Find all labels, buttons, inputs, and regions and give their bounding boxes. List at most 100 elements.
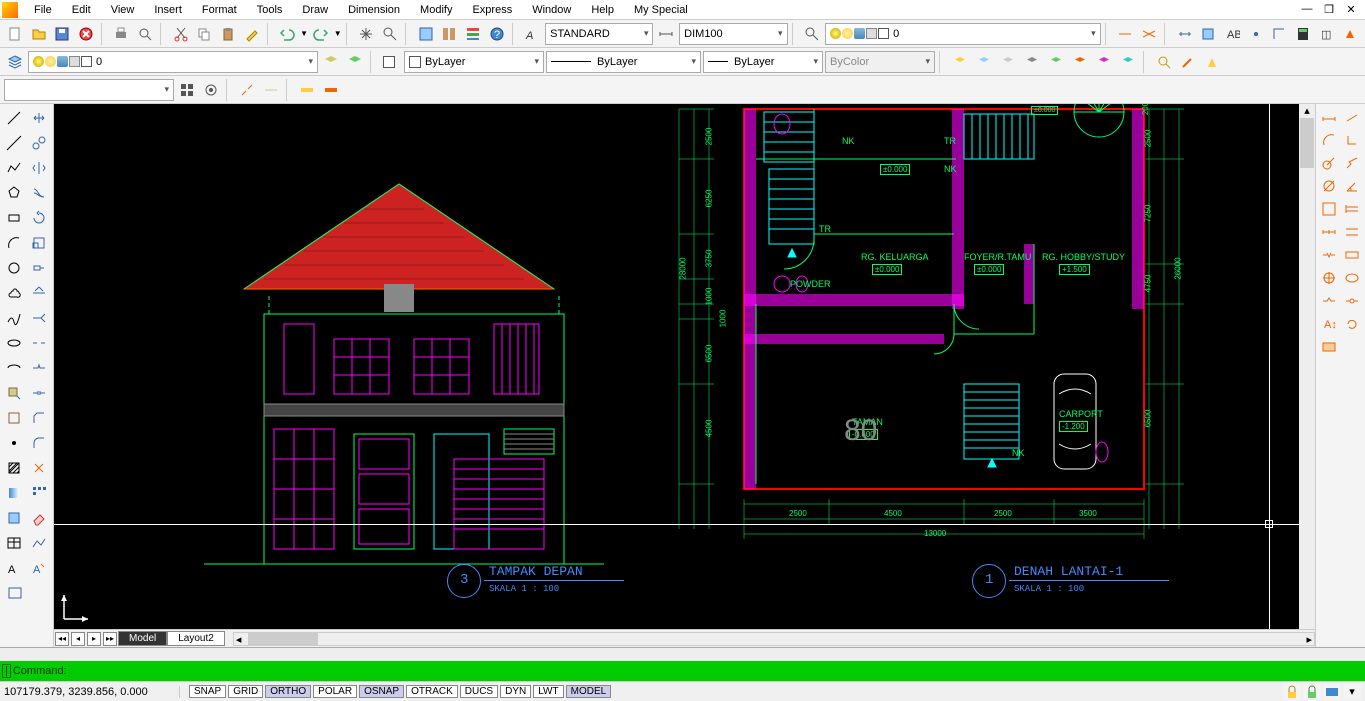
hardware-accel-icon[interactable] bbox=[1323, 684, 1341, 700]
menu-window[interactable]: Window bbox=[522, 2, 581, 18]
hatch-tool[interactable] bbox=[2, 456, 26, 480]
mirror-tool[interactable] bbox=[27, 156, 51, 180]
text-style-icon[interactable]: A bbox=[521, 23, 543, 45]
menu-file[interactable]: File bbox=[24, 2, 62, 18]
stretch-tool[interactable] bbox=[27, 256, 51, 280]
gradient-tool[interactable] bbox=[2, 481, 26, 505]
ddedit-tool[interactable] bbox=[3, 581, 27, 605]
command-line[interactable]: |Command: bbox=[0, 661, 1365, 681]
fillet-tool[interactable] bbox=[27, 431, 51, 455]
restore-button[interactable]: ❐ bbox=[1319, 3, 1339, 16]
open-button[interactable] bbox=[28, 23, 50, 45]
pedit-tool[interactable] bbox=[27, 531, 51, 555]
tab-prev[interactable]: ◂ bbox=[71, 632, 85, 646]
minimize-button[interactable]: — bbox=[1297, 3, 1317, 16]
move-tool[interactable] bbox=[27, 106, 51, 130]
calc-button[interactable] bbox=[1292, 23, 1314, 45]
dim-jog-button[interactable] bbox=[1341, 152, 1363, 174]
layer-off-button[interactable] bbox=[1021, 51, 1043, 73]
cut-button[interactable] bbox=[170, 23, 192, 45]
table-tool[interactable] bbox=[2, 531, 26, 555]
circle-tool[interactable] bbox=[2, 256, 26, 280]
copy-button[interactable] bbox=[194, 23, 216, 45]
otrack-toggle[interactable]: OTRACK bbox=[406, 685, 458, 698]
viewport-grid-button[interactable] bbox=[176, 79, 198, 101]
arc-tool[interactable] bbox=[2, 231, 26, 255]
erase-tool[interactable] bbox=[27, 506, 51, 530]
print-button[interactable] bbox=[111, 23, 133, 45]
drawing-canvas[interactable]: 3 TAMPAK DEPAN SKALA 1 : 100 bbox=[54, 104, 1315, 629]
layer-match-button[interactable] bbox=[1069, 51, 1091, 73]
explode-tool[interactable] bbox=[27, 456, 51, 480]
grid-toggle[interactable]: GRID bbox=[228, 685, 263, 698]
tab-layout2[interactable]: Layout2 bbox=[167, 631, 225, 646]
break-at-tool[interactable] bbox=[27, 356, 51, 380]
lock-vp-icon[interactable] bbox=[1303, 684, 1321, 700]
dim-tedit-button[interactable]: A↕ bbox=[1318, 313, 1340, 335]
hatchedit-tool[interactable]: A bbox=[27, 556, 51, 580]
dyn-toggle[interactable]: DYN bbox=[500, 685, 531, 698]
linetype-dropdown[interactable]: ByLayer bbox=[546, 51, 701, 73]
polar-toggle[interactable]: POLAR bbox=[313, 685, 357, 698]
dim-ang-button[interactable] bbox=[1341, 175, 1363, 197]
settings-gear-icon[interactable] bbox=[200, 79, 222, 101]
dim-base-button[interactable] bbox=[1341, 198, 1363, 220]
menu-modify[interactable]: Modify bbox=[410, 2, 462, 18]
menu-dimension[interactable]: Dimension bbox=[338, 2, 410, 18]
jogged-lin-button[interactable] bbox=[1318, 290, 1340, 312]
trim-tool[interactable] bbox=[27, 281, 51, 305]
dim-break-button[interactable] bbox=[1318, 244, 1340, 266]
vertical-scrollbar[interactable]: ▴ bbox=[1299, 104, 1315, 629]
rotate-tool[interactable] bbox=[27, 206, 51, 230]
layer-make-current-button[interactable] bbox=[1045, 51, 1067, 73]
undo-button[interactable] bbox=[276, 23, 298, 45]
ellipse-arc-tool[interactable] bbox=[2, 356, 26, 380]
new-button[interactable] bbox=[4, 23, 26, 45]
lwt-toggle[interactable]: LWT bbox=[533, 685, 563, 698]
layer-manager-button[interactable] bbox=[4, 51, 26, 73]
menu-express[interactable]: Express bbox=[462, 2, 522, 18]
pline-tool[interactable] bbox=[2, 156, 26, 180]
tab-last[interactable]: ▸▸ bbox=[103, 632, 117, 646]
zoom-realtime-button[interactable] bbox=[379, 23, 401, 45]
layer-state-dropdown[interactable]: 0 bbox=[825, 23, 1101, 45]
dim-continue-button[interactable] bbox=[1138, 23, 1160, 45]
model-toggle[interactable]: MODEL bbox=[566, 685, 612, 698]
spline-tool[interactable] bbox=[2, 306, 26, 330]
dim-lin-button[interactable] bbox=[1318, 106, 1340, 128]
ruler1-icon[interactable] bbox=[296, 79, 318, 101]
list-button[interactable]: ABC bbox=[1221, 23, 1243, 45]
command-scroll[interactable] bbox=[0, 647, 1365, 661]
dim-linear-button[interactable] bbox=[1115, 23, 1137, 45]
line-tool[interactable] bbox=[2, 106, 26, 130]
redo-button[interactable] bbox=[310, 23, 332, 45]
block-info-button[interactable]: ◫ bbox=[1316, 23, 1338, 45]
match-prop-button[interactable] bbox=[241, 23, 263, 45]
ortho-toggle[interactable]: ORTHO bbox=[265, 685, 311, 698]
layer-prev-button[interactable] bbox=[320, 51, 342, 73]
menu-insert[interactable]: Insert bbox=[144, 2, 192, 18]
dim-align-button[interactable] bbox=[1341, 106, 1363, 128]
help-button[interactable]: ? bbox=[486, 23, 508, 45]
properties-button[interactable] bbox=[415, 23, 437, 45]
menu-edit[interactable]: Edit bbox=[62, 2, 101, 18]
horizontal-scrollbar[interactable]: ◂▸ bbox=[233, 632, 1315, 646]
preview-button[interactable] bbox=[134, 23, 156, 45]
quick-dim-button[interactable] bbox=[1318, 198, 1340, 220]
make-block-tool[interactable] bbox=[2, 406, 26, 430]
lineweight-dropdown[interactable]: ByLayer bbox=[703, 51, 823, 73]
dim-ord-button[interactable] bbox=[1341, 129, 1363, 151]
dim-edit-button[interactable] bbox=[1341, 290, 1363, 312]
tab-next[interactable]: ▸ bbox=[87, 632, 101, 646]
dim-style-dropdown[interactable]: DIM100 bbox=[679, 23, 787, 45]
coordinate-display[interactable]: 107179.379, 3239.856, 0.000 bbox=[0, 686, 180, 698]
coord-button[interactable] bbox=[1268, 23, 1290, 45]
dim-rad-button[interactable] bbox=[1318, 152, 1340, 174]
osnap-toggle[interactable]: OSNAP bbox=[359, 685, 404, 698]
layer-isolate-button[interactable] bbox=[949, 51, 971, 73]
save-button[interactable] bbox=[51, 23, 73, 45]
tab-first[interactable]: ◂◂ bbox=[55, 632, 69, 646]
lock-ui-icon[interactable] bbox=[1283, 684, 1301, 700]
extend-tool[interactable] bbox=[27, 306, 51, 330]
coord-sys-icon[interactable] bbox=[1340, 23, 1362, 45]
